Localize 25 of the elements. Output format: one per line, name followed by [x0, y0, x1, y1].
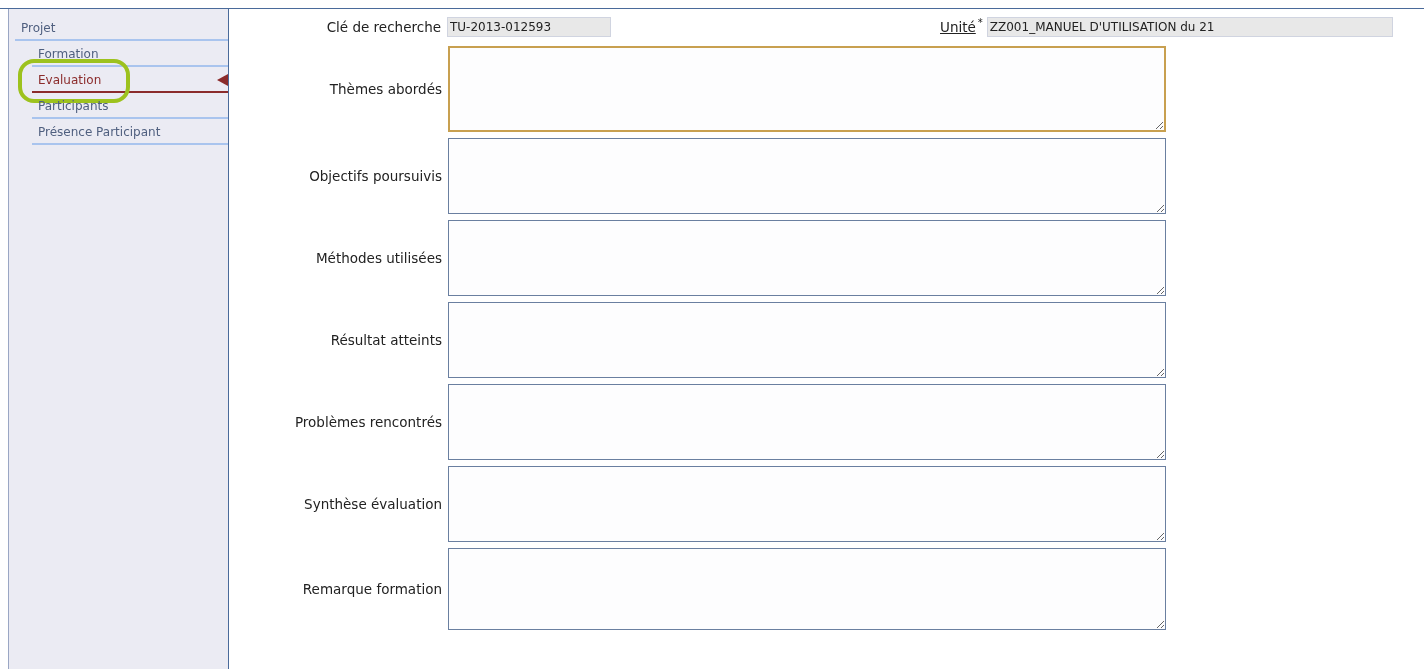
sidebar-item[interactable]: Projet [15, 17, 56, 35]
sidebar-item[interactable]: Participants [32, 95, 109, 113]
required-mark: * [977, 17, 983, 28]
read-only-field[interactable]: ZZ001_MANUEL D'UTILISATION du 21 [986, 17, 1393, 37]
field-label: Méthodes utilisées [314, 250, 443, 266]
text-area[interactable] [448, 46, 1166, 132]
field-label: Clé de recherche [325, 19, 441, 35]
field-label: Problèmes rencontrés [293, 414, 443, 430]
field-label: Synthèse évaluation [303, 496, 443, 512]
field-label: Résultat atteints [329, 332, 443, 348]
read-only-field[interactable]: TU-2013-012593 [447, 17, 611, 37]
text-area[interactable] [448, 138, 1166, 214]
text-area[interactable] [448, 548, 1166, 630]
text-area[interactable] [448, 466, 1166, 542]
field-label: Objectifs poursuivis [308, 168, 443, 184]
field-label: Thèmes abordés [328, 81, 443, 97]
text-area[interactable] [448, 302, 1166, 378]
field-link[interactable]: Unité [940, 19, 976, 35]
field-label: Remarque formation [301, 581, 443, 597]
sidebar-item[interactable]: Formation [32, 43, 99, 61]
text-area[interactable] [448, 220, 1166, 296]
pointer-icon [217, 74, 228, 86]
sidebar-item[interactable]: Présence Participant [32, 121, 161, 139]
sidebar-item[interactable]: Evaluation [32, 69, 102, 87]
text-area[interactable] [448, 384, 1166, 460]
